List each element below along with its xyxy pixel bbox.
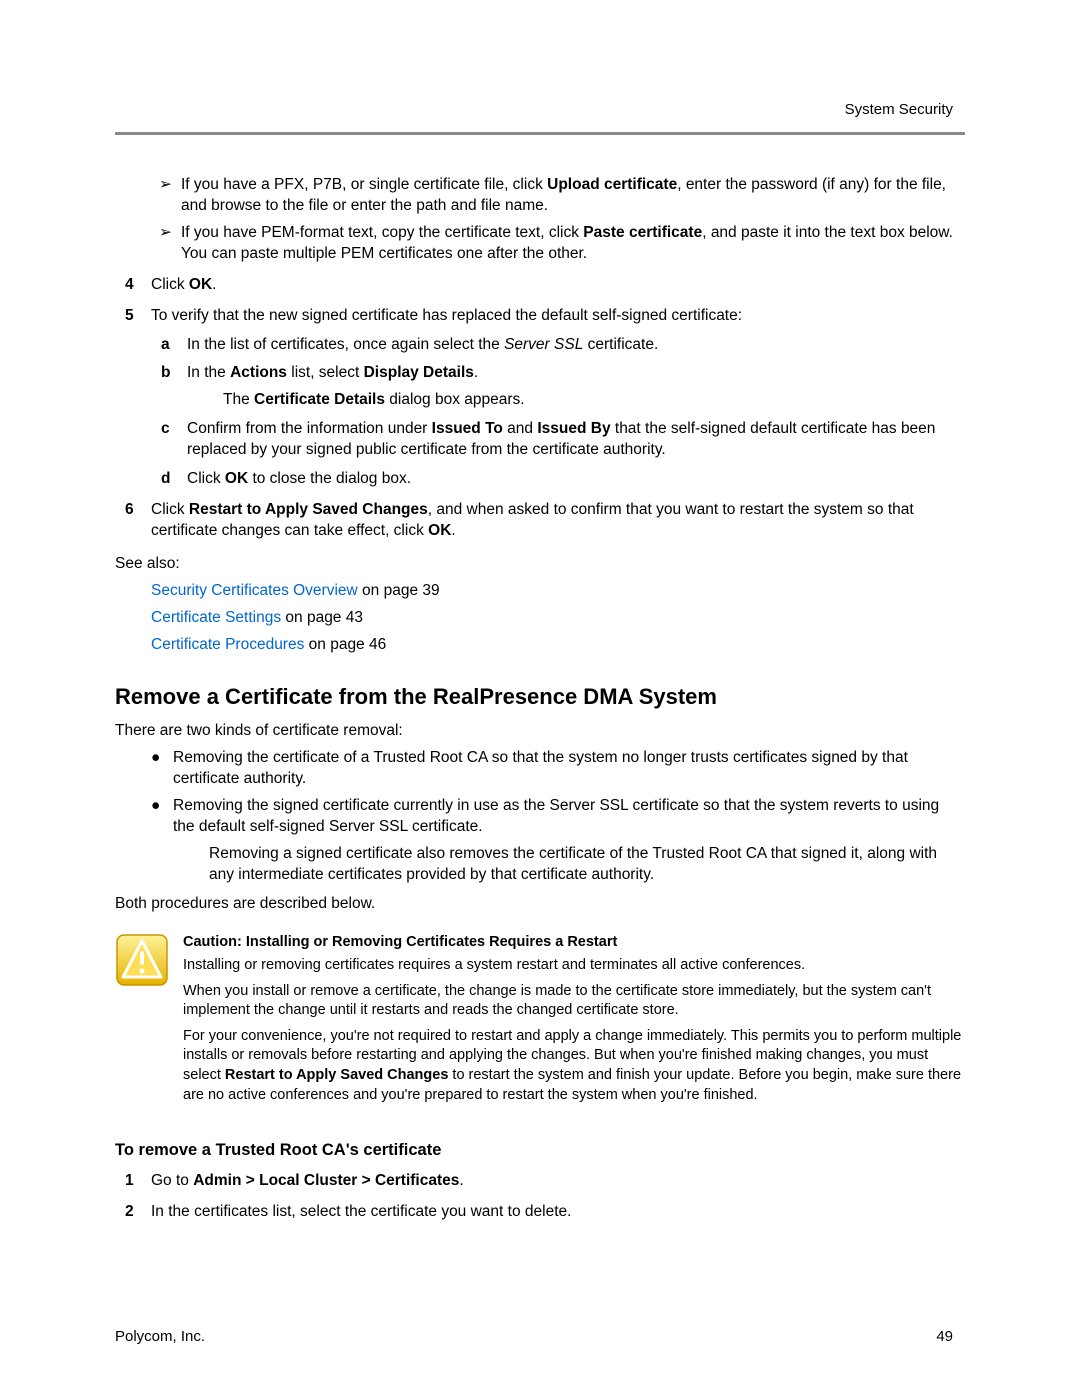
step-5c: c Confirm from the information under Iss… [161,419,965,461]
bullet-icon: ● [151,748,173,790]
caution-title: Caution: Installing or Removing Certific… [183,933,965,953]
proc-step-1: 1 Go to Admin > Local Cluster > Certific… [125,1171,965,1192]
bullet-signed-cert-extra: Removing a signed certificate also remov… [209,844,965,886]
section-heading: Remove a Certificate from the RealPresen… [115,682,965,712]
link-certificate-procedures: Certificate Procedures on page 46 [151,635,965,656]
both-procedures: Both procedures are described below. [115,894,965,915]
footer-page: 49 [936,1327,953,1347]
step-5a: a In the list of certificates, once agai… [161,335,965,356]
step-6: 6 Click Restart to Apply Saved Changes, … [125,500,965,542]
header-rule [115,132,965,135]
option-upload: ➢ If you have a PFX, P7B, or single cert… [159,175,965,217]
header-section: System Security [845,100,953,120]
bullet-trusted-root: ● Removing the certificate of a Trusted … [151,748,965,790]
proc-step-2: 2 In the certificates list, select the c… [125,1202,965,1223]
caution-p3: For your convenience, you're not require… [183,1027,965,1105]
bullet-signed-cert: ● Removing the signed certificate curren… [151,796,965,838]
step-5b: b In the Actions list, select Display De… [161,363,965,384]
link-security-overview: Security Certificates Overview on page 3… [151,581,965,602]
step-4: 4 Click OK. [125,275,965,296]
footer-company: Polycom, Inc. [115,1327,205,1347]
arrow-icon: ➢ [159,175,181,217]
step-5: 5 To verify that the new signed certific… [125,306,965,327]
step-5d: d Click OK to close the dialog box. [161,469,965,490]
page: System Security ➢ If you have a PFX, P7B… [0,0,1080,1397]
arrow-icon: ➢ [159,223,181,265]
link-text[interactable]: Security Certificates Overview [151,582,358,599]
caution-box: Caution: Installing or Removing Certific… [115,933,965,1112]
footer: Polycom, Inc. 49 [115,1327,953,1347]
intro-text: There are two kinds of certificate remov… [115,721,965,742]
step-5b-result: The Certificate Details dialog box appea… [223,390,965,411]
link-text[interactable]: Certificate Procedures [151,636,304,653]
procedure-heading: To remove a Trusted Root CA's certificat… [115,1139,965,1161]
option-paste: ➢ If you have PEM-format text, copy the … [159,223,965,265]
body: ➢ If you have a PFX, P7B, or single cert… [115,175,965,1223]
bullet-icon: ● [151,796,173,838]
link-text[interactable]: Certificate Settings [151,609,281,626]
caution-p2: When you install or remove a certificate… [183,982,965,1021]
link-certificate-settings: Certificate Settings on page 43 [151,608,965,629]
caution-p1: Installing or removing certificates requ… [183,956,965,976]
see-also-label: See also: [115,554,965,575]
caution-icon [115,933,169,1112]
